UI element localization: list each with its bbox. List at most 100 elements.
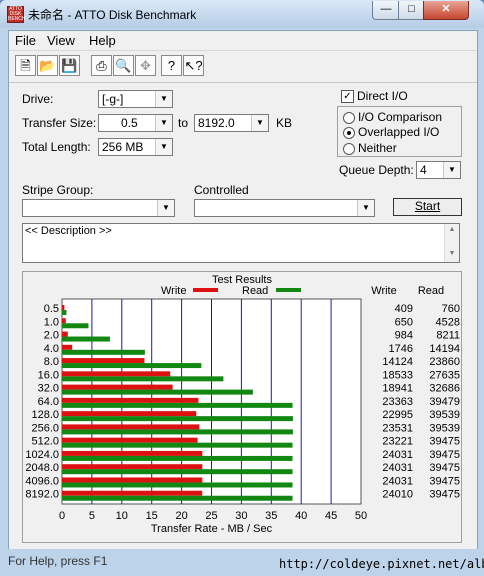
scroll-down-icon[interactable]: ▼	[445, 250, 459, 257]
x-tick-label: 5	[89, 510, 95, 522]
read-bar	[62, 349, 145, 355]
queue-depth-label: Queue Depth:	[339, 163, 414, 177]
write-value-label: 23221	[382, 436, 413, 448]
kb-label: KB	[276, 116, 293, 130]
x-tick-label: 45	[325, 510, 337, 522]
write-bar	[62, 305, 65, 310]
read-value-label: 4528	[436, 316, 460, 328]
chevron-down-icon[interactable]: ▼	[155, 115, 172, 131]
save-icon[interactable]: 💾	[59, 55, 80, 76]
write-bar	[62, 411, 197, 417]
y-tick-label: 8192.0	[25, 489, 59, 501]
legend-write-label: Write	[161, 285, 186, 297]
description-text: << Description >>	[25, 225, 112, 237]
scroll-up-icon[interactable]: ▲	[445, 226, 459, 233]
write-bar	[62, 490, 203, 496]
context-help-icon[interactable]: ↖?	[183, 55, 204, 76]
y-tick-label: 128.0	[31, 409, 59, 421]
y-tick-label: 32.0	[38, 383, 59, 395]
menu-view[interactable]: View	[47, 33, 75, 48]
toolbar: 🗎 📂 💾 ⎙ 🔍 ✥ ? ↖?	[9, 52, 477, 83]
chevron-down-icon[interactable]: ▼	[251, 115, 268, 131]
write-value-label: 24031	[382, 449, 413, 461]
status-help-text: For Help, press F1	[8, 554, 108, 568]
write-value-label: 409	[395, 303, 413, 315]
neither-radio[interactable]	[343, 143, 355, 155]
print-preview-icon[interactable]: 🔍	[113, 55, 134, 76]
total-length-value: 256 MB	[102, 140, 144, 154]
controlled-select[interactable]: ▼	[194, 199, 375, 217]
new-document-icon[interactable]: 🗎	[15, 55, 36, 76]
read-bar	[62, 455, 293, 461]
read-value-label: 14194	[429, 343, 460, 355]
overlapped-io-label: Overlapped I/O	[358, 125, 440, 139]
read-value-label: 39475	[429, 436, 460, 448]
read-bar	[62, 363, 202, 369]
read-bar	[62, 323, 89, 329]
total-length-label: Total Length:	[22, 140, 91, 154]
drive-value: [-g-]	[102, 92, 124, 106]
y-tick-label: 8.0	[44, 356, 59, 368]
transfer-size-from-select[interactable]: 0.5 ▼	[98, 114, 173, 132]
write-value-label: 14124	[382, 356, 413, 368]
overlapped-io-radio[interactable]	[343, 127, 355, 139]
x-tick-label: 10	[116, 510, 128, 522]
stripe-group-select[interactable]: ▼	[22, 199, 175, 217]
chevron-down-icon[interactable]: ▼	[157, 200, 174, 216]
read-value-label: 39475	[429, 462, 460, 474]
chevron-down-icon[interactable]: ▼	[443, 162, 460, 178]
test-results-panel: Test Results Write Read Write Read 0 5 10 15 20 25…	[22, 271, 462, 543]
legend-write-swatch	[193, 288, 218, 292]
queue-depth-select[interactable]: 4 ▼	[416, 161, 461, 179]
close-button[interactable]: ✕	[423, 1, 469, 20]
y-tick-label: 64.0	[38, 396, 59, 408]
menu-file[interactable]: File	[15, 33, 36, 48]
write-value-label: 24031	[382, 462, 413, 474]
menu-bar: File View Help	[9, 31, 477, 51]
drive-select[interactable]: [-g-] ▼	[98, 90, 173, 108]
maximize-button[interactable]: □	[398, 1, 425, 20]
description-scrollbar[interactable]: ▲ ▼	[444, 224, 459, 262]
legend-read-swatch	[276, 288, 301, 292]
x-tick-label: 30	[235, 510, 247, 522]
write-value-label: 23363	[382, 396, 413, 408]
y-tick-label: 2048.0	[25, 462, 59, 474]
drive-label: Drive:	[22, 92, 54, 106]
open-folder-icon[interactable]: 📂	[37, 55, 58, 76]
x-axis-label: Transfer Rate - MB / Sec	[151, 523, 273, 535]
write-value-label: 650	[395, 316, 413, 328]
title-bar[interactable]: ATTO DISK BENCH 未命名 - ATTO Disk Benchmar…	[0, 0, 484, 28]
direct-io-checkbox[interactable]: ✓	[341, 90, 354, 103]
atto-app-icon[interactable]: ATTO DISK BENCH	[7, 6, 26, 23]
read-value-label: 760	[442, 303, 460, 315]
column-header-read: Read	[418, 285, 444, 297]
write-bar	[62, 464, 203, 470]
description-field[interactable]: << Description >> ▲ ▼	[22, 223, 460, 263]
write-bar	[62, 331, 68, 337]
x-tick-label: 35	[265, 510, 277, 522]
chevron-down-icon[interactable]: ▼	[155, 139, 172, 155]
start-button[interactable]: Start	[393, 198, 462, 216]
print-icon[interactable]: ⎙	[91, 55, 112, 76]
menu-help[interactable]: Help	[89, 33, 116, 48]
watermark-text: http://coldeye.pixnet.net/album	[279, 557, 484, 571]
write-value-label: 18533	[382, 369, 413, 381]
help-icon[interactable]: ?	[161, 55, 182, 76]
transfer-size-to-select[interactable]: 8192.0 ▼	[194, 114, 269, 132]
move-icon[interactable]: ✥	[135, 55, 156, 76]
read-value-label: 39475	[429, 449, 460, 461]
chevron-down-icon[interactable]: ▼	[155, 91, 172, 107]
write-value-label: 18941	[382, 383, 413, 395]
write-value-label: 1746	[389, 343, 413, 355]
write-bar	[62, 450, 203, 456]
queue-depth-value: 4	[420, 163, 427, 177]
read-value-label: 39539	[429, 422, 460, 434]
minimize-button[interactable]: —	[372, 1, 400, 20]
total-length-select[interactable]: 256 MB ▼	[98, 138, 173, 156]
write-bar	[62, 397, 199, 403]
write-bar	[62, 371, 171, 377]
client-area: File View Help 🗎 📂 💾 ⎙ 🔍 ✥ ? ↖? Drive: […	[8, 30, 478, 550]
io-comparison-radio[interactable]	[343, 112, 355, 124]
transfer-from-value: 0.5	[121, 116, 138, 130]
chevron-down-icon[interactable]: ▼	[357, 200, 374, 216]
